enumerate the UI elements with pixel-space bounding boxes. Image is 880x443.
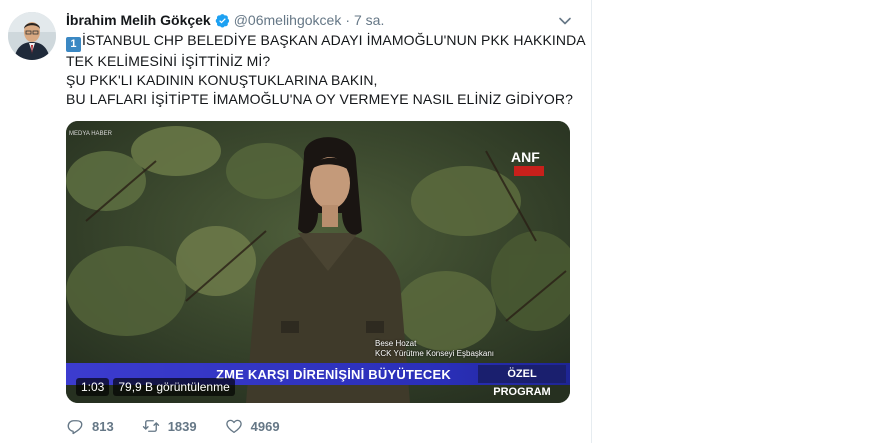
like-button[interactable]: 4969 (225, 417, 280, 435)
like-count: 4969 (250, 418, 280, 434)
video-player[interactable]: MEDYA HABER ANF Bese Hozat KCK Yürütme K… (66, 121, 570, 403)
chevron-down-icon[interactable] (556, 12, 574, 30)
channel-logo: ANF (511, 149, 540, 165)
tweet-header: İbrahim Melih Gökçek @06melihgokcek · 7 … (66, 12, 384, 28)
retweet-icon (142, 420, 159, 432)
empty-side-panel (592, 0, 880, 443)
tweet-actions: 813 1839 4969 (66, 417, 308, 435)
avatar[interactable] (8, 12, 56, 60)
author-name[interactable]: İbrahim Melih Gökçek (66, 12, 211, 28)
retweet-button[interactable]: 1839 (142, 417, 197, 435)
like-icon (225, 419, 242, 434)
tweet-text-line: 1 İSTANBUL CHP BELEDİYE BAŞKAN ADAYI İMAM… (66, 31, 586, 52)
reply-count: 813 (92, 418, 114, 434)
author-handle[interactable]: @06melihgokcek (234, 12, 342, 28)
speaker-name: Bese Hozat (375, 339, 417, 348)
reply-icon (67, 420, 83, 435)
separator-dot: · (345, 12, 350, 28)
speaker-title: KCK Yürütme Konseyi Eşbaşkanı (375, 349, 495, 358)
view-count: 79,9 B görüntülenme (113, 378, 235, 396)
tweet-text-line: ŞU PKK'LI KADININ KONUŞTUKLARINA BAKIN, (66, 72, 378, 88)
corner-logo: MEDYA HABER (69, 131, 112, 137)
keycap-one-emoji: 1 (66, 37, 81, 52)
tweet-text-line: TEK KELİMESİNİ İŞİTTİNİZ Mİ? (66, 53, 271, 69)
retweet-count: 1839 (167, 418, 197, 434)
video-duration: 1:03 (76, 378, 110, 396)
video-frame (66, 121, 570, 403)
channel-logo-bar (514, 166, 544, 176)
reply-button[interactable]: 813 (66, 417, 114, 435)
timestamp[interactable]: 7 sa. (354, 12, 384, 28)
program-label: ÖZEL PROGRAM (478, 365, 566, 398)
tweet-text-line: BU LAFLARI İŞİTİPTE İMAMOĞLU'NA OY VERME… (66, 91, 573, 107)
verified-badge-icon (215, 13, 229, 27)
news-ticker: ZME KARŞI DİRENİŞİNİ BÜYÜTECEK (216, 367, 451, 382)
tweet-text: 1 İSTANBUL CHP BELEDİYE BAŞKAN ADAYI İMAM… (66, 31, 586, 109)
tweet-card[interactable]: İbrahim Melih Gökçek @06melihgokcek · 7 … (0, 0, 592, 443)
video-info-badges: 1:03 79,9 B görüntülenme (76, 378, 235, 396)
speaker-caption: Bese Hozat KCK Yürütme Konseyi Eşbaşkanı (375, 339, 494, 359)
